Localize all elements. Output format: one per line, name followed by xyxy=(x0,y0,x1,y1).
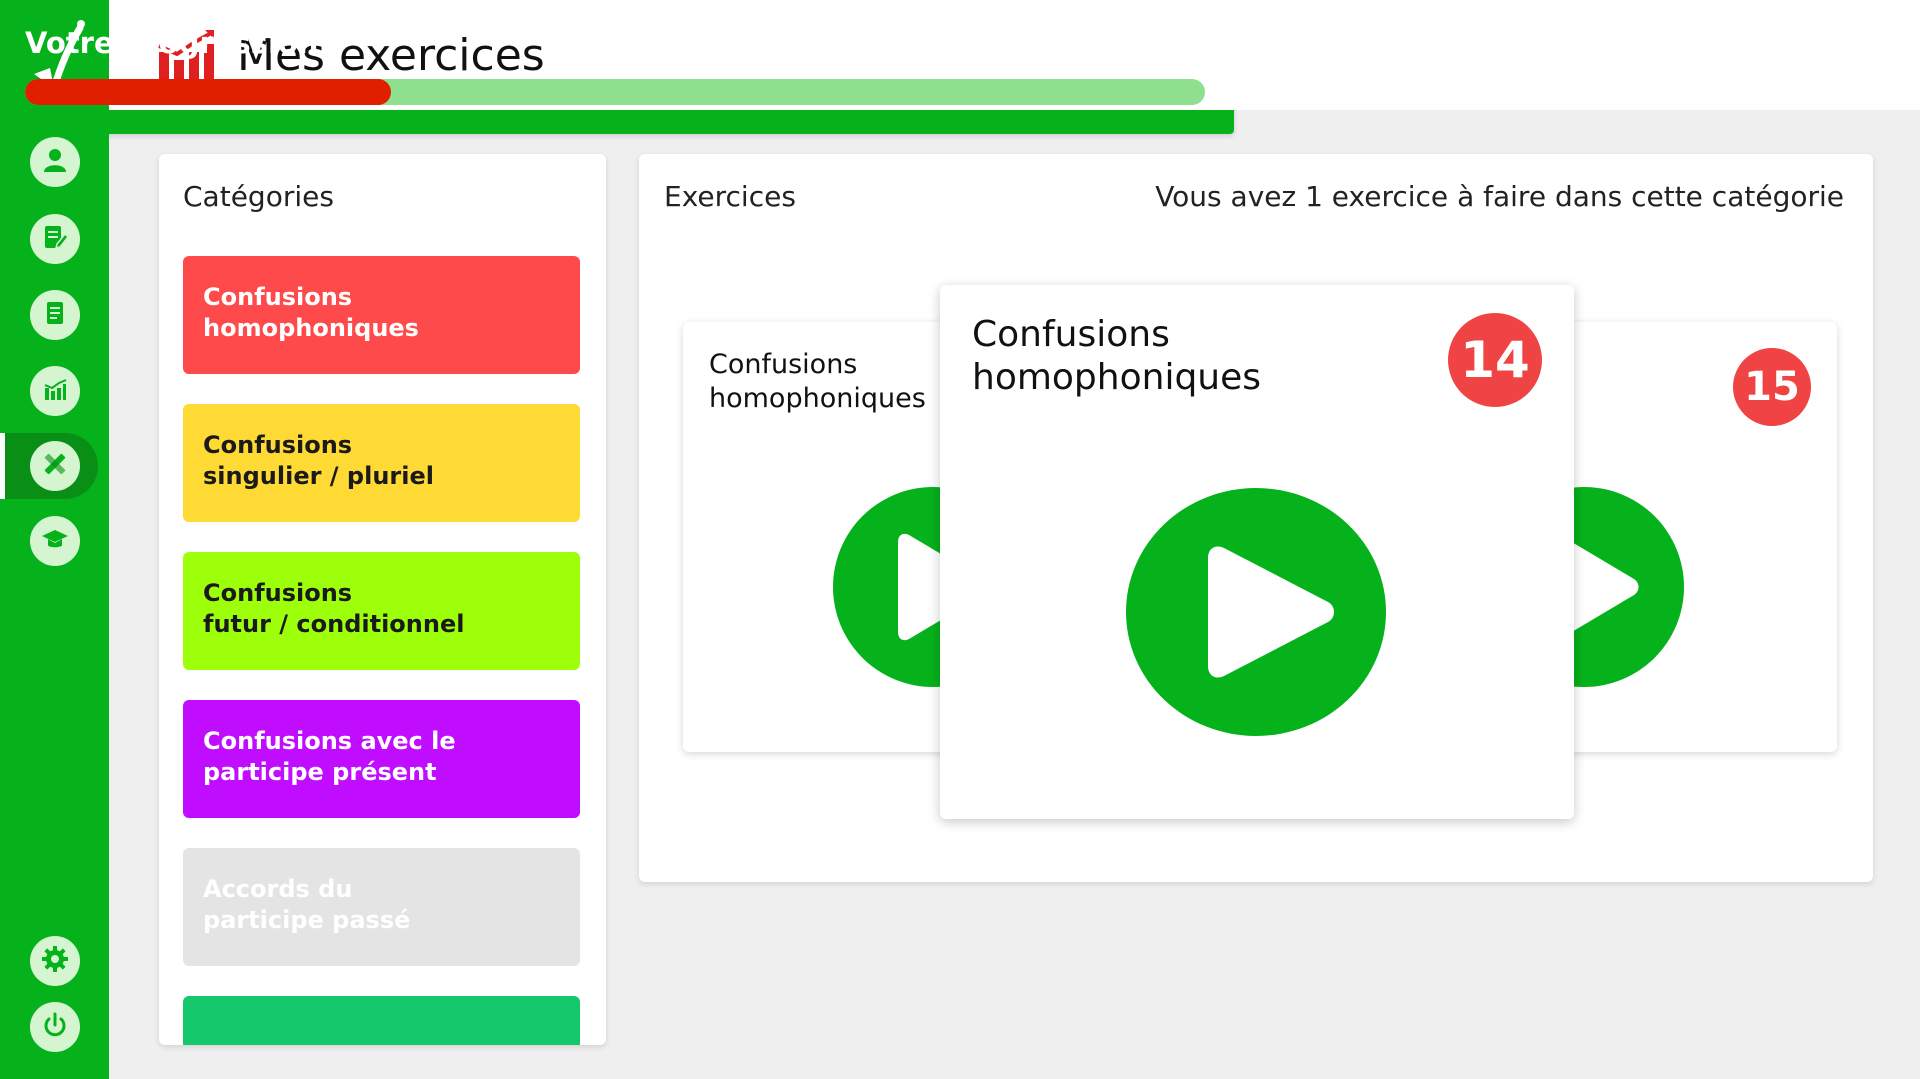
sidebar-item-settings[interactable] xyxy=(0,928,109,994)
sidebar-item-edit[interactable] xyxy=(0,206,109,272)
category-item[interactable]: Confusions avec le participe présent xyxy=(183,700,580,818)
pencil-ruler-icon xyxy=(40,449,70,483)
graduation-cap-icon xyxy=(40,524,70,558)
exercise-card-title: Confusions homophoniques xyxy=(972,314,1262,398)
category-item[interactable]: Confusions homophoniques xyxy=(183,256,580,374)
exercises-count-text: Vous avez 1 exercice à faire dans cette … xyxy=(1155,180,1844,213)
sidebar-item-exercises[interactable] xyxy=(0,433,98,499)
exercise-card-current[interactable]: Confusions homophoniques 14 xyxy=(940,285,1574,819)
sidebar-item-documents[interactable] xyxy=(0,282,109,348)
categories-title: Catégories xyxy=(183,180,334,213)
sidebar-item-statistics[interactable] xyxy=(0,358,109,424)
power-icon xyxy=(40,1010,70,1044)
sidebar xyxy=(0,0,109,1079)
sidebar-item-courses[interactable] xyxy=(0,508,109,574)
play-button[interactable] xyxy=(1126,488,1386,736)
document-icon xyxy=(40,298,70,332)
exercise-number-badge: 15 xyxy=(1733,348,1811,426)
play-icon xyxy=(1208,546,1334,678)
category-item[interactable] xyxy=(183,996,580,1045)
progress-percent: 30 % xyxy=(1811,26,1891,60)
category-item[interactable]: Confusions futur / conditionnel xyxy=(183,552,580,670)
progress-bar xyxy=(25,79,1205,105)
sidebar-item-logout[interactable] xyxy=(0,994,109,1060)
category-item[interactable]: Accords du participe passé xyxy=(183,848,580,966)
progress-bar-fill xyxy=(25,79,391,105)
exercises-panel: Exercices Vous avez 1 exercice à faire d… xyxy=(639,154,1873,882)
gear-icon xyxy=(40,944,70,978)
user-icon xyxy=(40,145,70,179)
edit-document-icon xyxy=(40,222,70,256)
progress-label: Votre progression xyxy=(25,26,319,60)
exercises-title: Exercices xyxy=(664,180,796,213)
category-item[interactable]: Confusions singulier / pluriel xyxy=(183,404,580,522)
chart-icon xyxy=(40,374,70,408)
progress-count: 3/15 xyxy=(1704,26,1776,60)
sidebar-item-profile[interactable] xyxy=(0,129,109,195)
categories-panel: Catégories Confusions homophoniques Conf… xyxy=(159,154,606,1045)
exercise-number-badge: 14 xyxy=(1448,313,1542,407)
exercise-card-title: Confusions homophoniques xyxy=(709,349,926,414)
